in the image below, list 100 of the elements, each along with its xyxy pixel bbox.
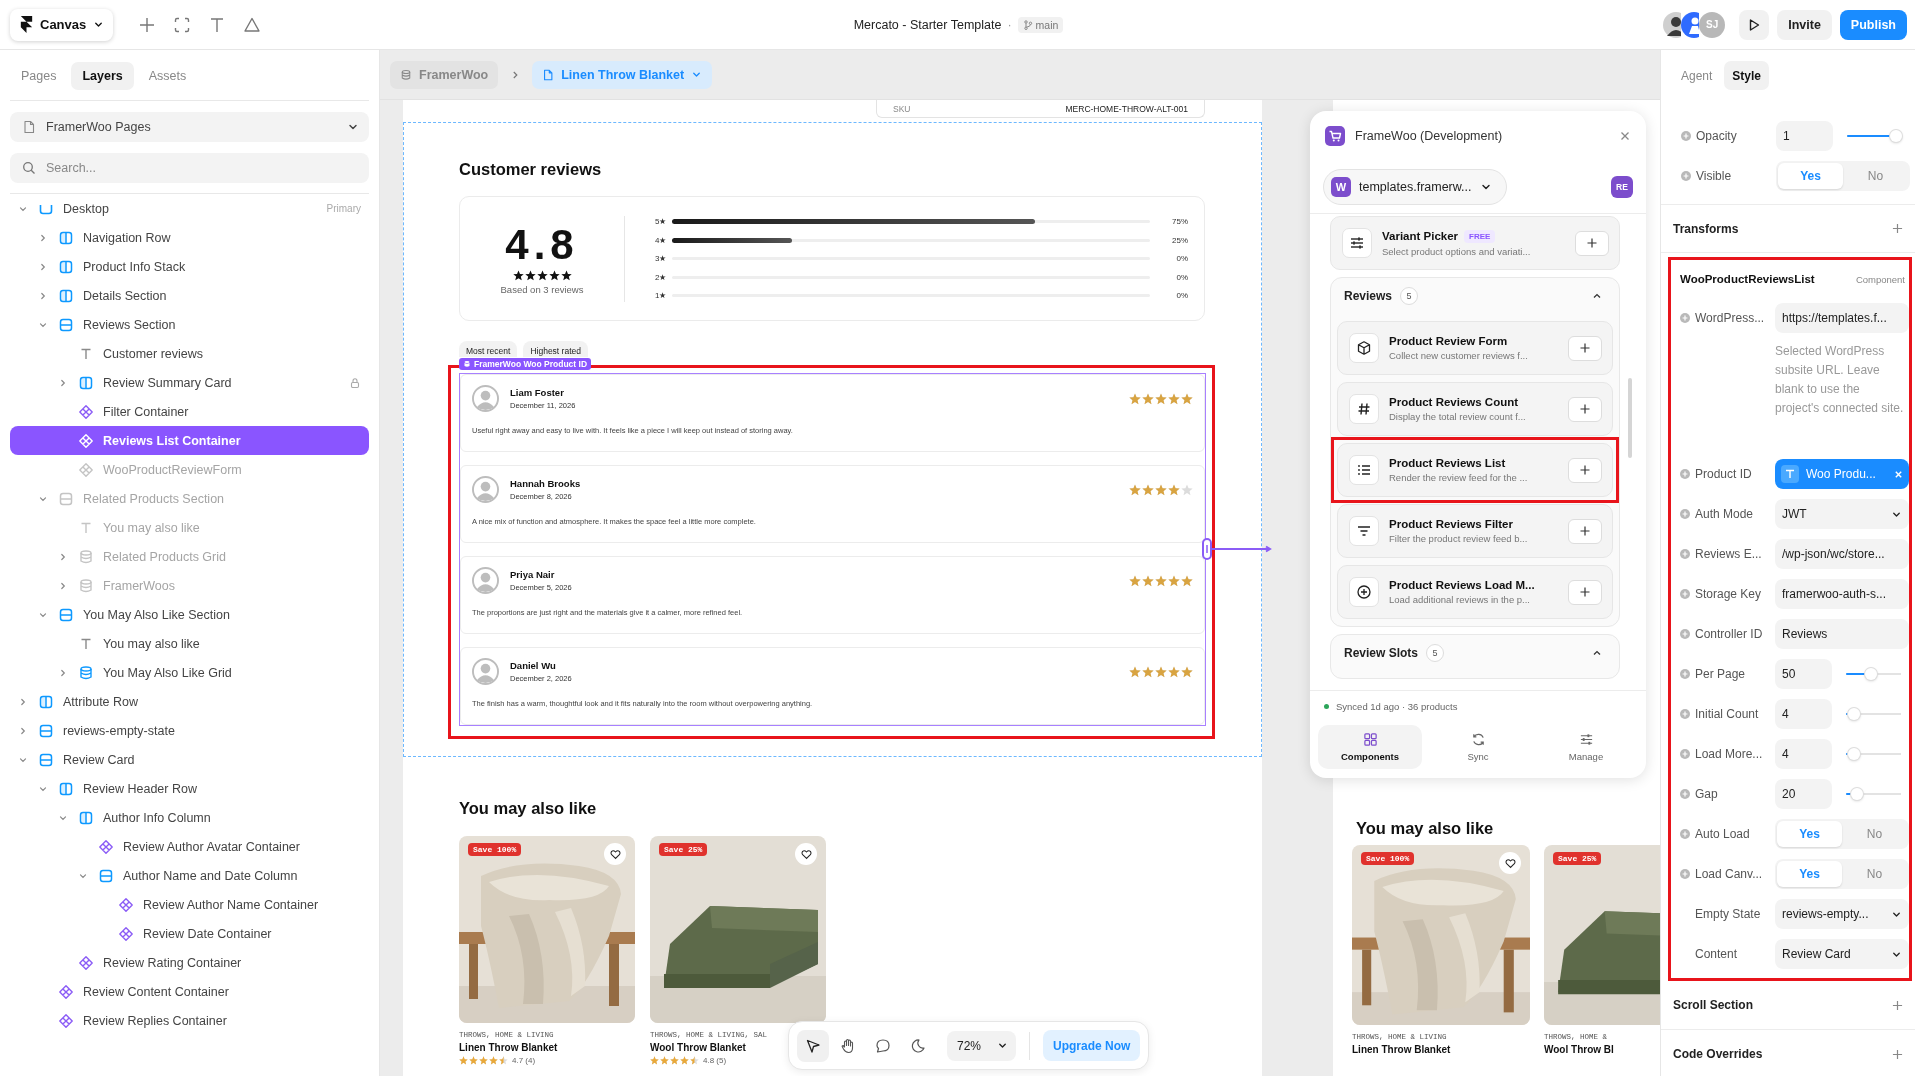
layer-item[interactable]: Review Author Avatar Container (10, 832, 369, 861)
layer-item[interactable]: Attribute Row (10, 687, 369, 716)
layer-item[interactable]: You May Also Like Section (10, 600, 369, 629)
component-item[interactable]: Product Reviews Count Display the total review count f... (1337, 382, 1613, 436)
plus-circle-icon[interactable] (1680, 749, 1690, 759)
product-name[interactable]: Wool Throw Bl (1544, 1044, 1660, 1055)
add-button[interactable] (1575, 230, 1609, 256)
layer-item[interactable]: Filter Container (10, 397, 369, 426)
plus-icon[interactable] (1892, 223, 1903, 234)
invite-button[interactable]: Invite (1777, 9, 1832, 40)
plus-icon[interactable] (138, 15, 157, 34)
layer-item[interactable]: Desktop Primary (10, 194, 369, 223)
plus-circle-icon[interactable] (1680, 669, 1690, 679)
add-button[interactable] (1568, 396, 1602, 422)
tool-button[interactable] (797, 1029, 829, 1062)
layer-item[interactable]: Review Date Container (10, 919, 369, 948)
slider-thumb[interactable] (1865, 668, 1878, 680)
layer-item[interactable]: Review Header Row (10, 774, 369, 803)
plus-circle-icon[interactable] (1680, 829, 1690, 839)
text-field[interactable]: https://templates.f... (1775, 303, 1909, 333)
layer-item[interactable]: You May Also Like Grid (10, 658, 369, 687)
layer-item[interactable]: reviews-empty-state (10, 716, 369, 745)
connector-line[interactable] (1202, 537, 1274, 561)
lock-icon[interactable] (349, 376, 361, 389)
frame-icon[interactable] (173, 15, 192, 34)
triangle-icon[interactable] (243, 15, 262, 34)
plus-circle-icon[interactable] (1680, 709, 1690, 719)
plus-circle-icon[interactable] (1680, 789, 1690, 799)
page-picker[interactable]: FramerWoo Pages (10, 112, 369, 142)
filter-chip[interactable]: Highest rated (523, 341, 588, 357)
add-button[interactable] (1568, 335, 1602, 361)
chevron-right-icon[interactable] (58, 667, 68, 678)
layer-item[interactable]: Review Content Container (10, 977, 369, 1006)
plus-circle-icon[interactable] (1680, 589, 1690, 599)
layer-item[interactable]: Review Replies Container (10, 1006, 369, 1035)
component-item[interactable]: Product Review Form Collect new customer reviews f... (1337, 321, 1613, 375)
dropdown[interactable]: reviews-empty... (1775, 899, 1909, 929)
chevron-right-icon[interactable] (18, 725, 28, 736)
layer-item[interactable]: Reviews List Container (10, 426, 369, 455)
dropdown[interactable]: Review Card (1775, 939, 1909, 969)
layer-item[interactable]: Review Rating Container (10, 948, 369, 977)
product-name[interactable]: Linen Throw Blanket (459, 1042, 635, 1053)
component-item[interactable]: Product Reviews Filter Filter the product review feed b... (1337, 504, 1613, 558)
number-field[interactable]: 1 (1776, 121, 1833, 151)
zoom-dropdown[interactable]: 72% (947, 1030, 1017, 1061)
panel-tab[interactable]: Style (1724, 61, 1770, 90)
close-icon[interactable] (1620, 131, 1630, 141)
user-avatar[interactable]: RE (1611, 176, 1633, 198)
slider-thumb[interactable] (1848, 708, 1861, 720)
chevron-right-icon[interactable] (38, 261, 48, 272)
layer-item[interactable]: Review Author Name Container (10, 890, 369, 919)
plus-icon[interactable] (1892, 999, 1903, 1011)
panel-tab[interactable]: Pages (10, 62, 68, 90)
chevron-right-icon[interactable] (38, 290, 48, 301)
chevron-right-icon[interactable] (58, 580, 68, 591)
layer-item[interactable]: Details Section (10, 281, 369, 310)
branch-tag[interactable]: main (1017, 16, 1064, 33)
number-field[interactable]: 4 (1775, 739, 1832, 769)
layer-item[interactable]: Navigation Row (10, 223, 369, 252)
site-dropdown[interactable]: W templates.framerw... (1323, 169, 1507, 205)
slider-thumb[interactable] (1890, 130, 1902, 142)
component-item[interactable]: Variant Picker FREE Select product options and variati... (1330, 216, 1620, 270)
preview-button[interactable] (1739, 9, 1770, 40)
plus-circle-icon[interactable] (1680, 509, 1690, 519)
chevron-right-icon[interactable] (38, 232, 48, 243)
panel-tab[interactable]: Layers (71, 62, 134, 90)
panel-tab[interactable]: Agent (1673, 61, 1721, 90)
filter-chip[interactable]: Most recent (459, 341, 518, 357)
slider-thumb[interactable] (1851, 788, 1864, 800)
layer-item[interactable]: You may also like (10, 629, 369, 658)
text-field[interactable]: /wp-json/wc/store... (1775, 539, 1909, 569)
search-field[interactable]: Search... (10, 153, 369, 183)
layer-item[interactable]: Review Card (10, 745, 369, 774)
plus-circle-icon[interactable] (1680, 469, 1690, 479)
layer-item[interactable]: Author Name and Date Column (10, 861, 369, 890)
number-field[interactable]: 4 (1775, 699, 1832, 729)
plus-circle-icon[interactable] (1681, 171, 1691, 181)
component-item[interactable]: Product Reviews Load M... Load additional reviews in the p... (1337, 565, 1613, 619)
panel-tab[interactable]: Assets (137, 62, 198, 90)
binding-tag[interactable]: FramerWoo Woo Product ID (459, 358, 592, 370)
add-button[interactable] (1568, 518, 1602, 544)
text-field[interactable]: Reviews (1775, 619, 1909, 649)
number-field[interactable]: 20 (1775, 779, 1832, 809)
product-name[interactable]: Linen Throw Blanket (1352, 1044, 1530, 1055)
chevron-right-icon[interactable] (18, 696, 28, 707)
component-item[interactable]: Product Reviews List Render the review feed for the ... (1337, 443, 1613, 497)
plugin-tab[interactable]: Manage (1534, 725, 1638, 769)
add-button[interactable] (1568, 457, 1602, 483)
layer-item[interactable]: Review Summary Card (10, 368, 369, 397)
text-field[interactable]: framerwoo-auth-s... (1775, 579, 1909, 609)
plugin-tab[interactable]: Sync (1426, 725, 1530, 769)
chevron-right-icon[interactable] (58, 551, 68, 562)
plugin-tab[interactable]: Components (1318, 725, 1422, 769)
plus-circle-icon[interactable] (1680, 549, 1690, 559)
canvas-menu-button[interactable]: Canvas (10, 8, 114, 41)
plus-circle-icon[interactable] (1680, 869, 1690, 879)
plus-icon[interactable] (1892, 1048, 1903, 1060)
plus-circle-icon[interactable] (1680, 313, 1690, 323)
slider-thumb[interactable] (1848, 748, 1861, 760)
layer-item[interactable]: Customer reviews (10, 339, 369, 368)
